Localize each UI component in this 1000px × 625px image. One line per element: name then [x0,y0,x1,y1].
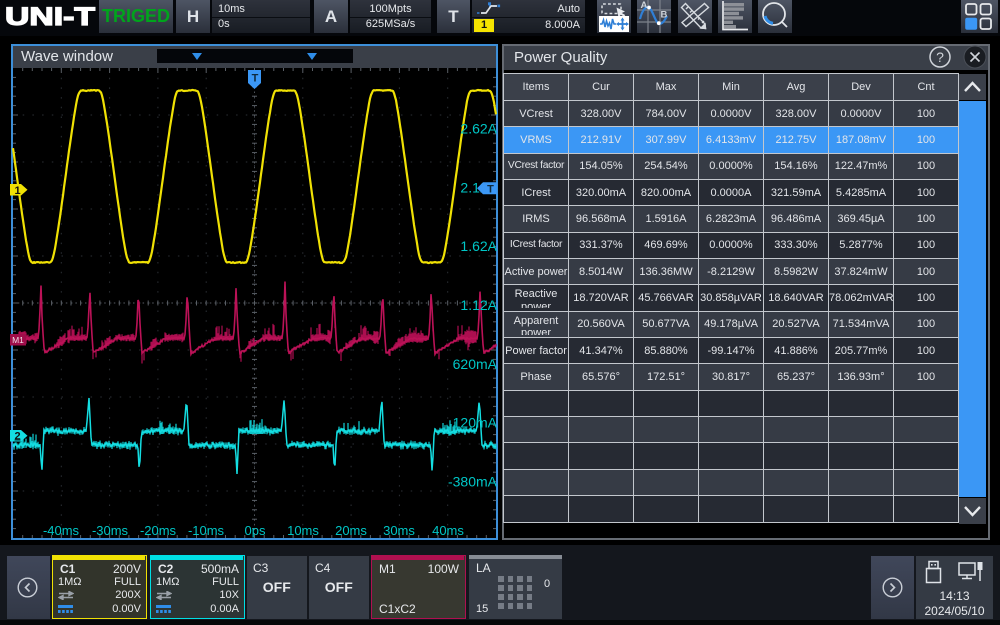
svg-text:1.12A: 1.12A [460,297,497,313]
svg-text:A: A [641,0,648,11]
svg-text:30ms: 30ms [383,523,415,538]
svg-text:-20ms: -20ms [140,523,177,538]
svg-text:-30ms: -30ms [92,523,129,538]
svg-text:-10ms: -10ms [188,523,225,538]
svg-text:M1: M1 [12,335,24,345]
svg-text:1.62A: 1.62A [460,238,497,254]
svg-text:B: B [661,10,668,21]
svg-text:T: T [252,73,259,85]
svg-text:120mA: 120mA [453,415,498,431]
svg-text:-380mA: -380mA [448,473,498,489]
svg-text:T: T [487,184,494,196]
svg-text:2.62A: 2.62A [460,121,497,137]
svg-text:10ms: 10ms [287,523,319,538]
svg-text:?: ? [936,49,944,65]
svg-text:20ms: 20ms [335,523,367,538]
svg-text:1: 1 [14,185,20,197]
svg-text:620mA: 620mA [453,356,498,372]
svg-text:0ps: 0ps [245,523,266,538]
svg-text:40ms: 40ms [432,523,464,538]
svg-text:-40ms: -40ms [43,523,80,538]
